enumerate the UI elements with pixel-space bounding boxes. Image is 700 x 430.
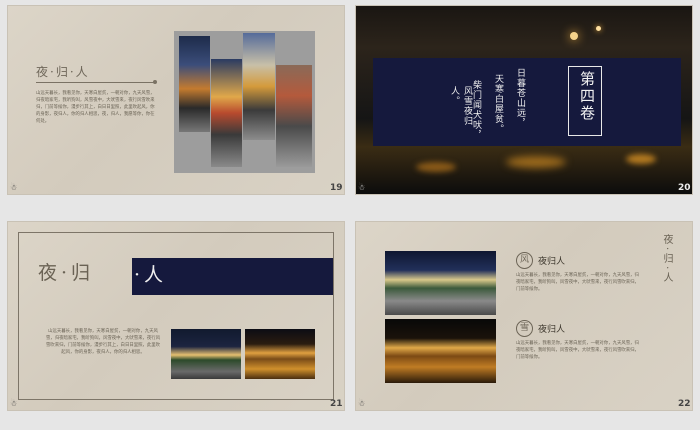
- night-road-photo-1: [385, 251, 496, 315]
- chapter-box: 第四卷: [568, 66, 602, 136]
- poem-line-1: 日暮苍山远，: [515, 68, 525, 128]
- slide-22-thumbnail[interactable]: 风 夜归人 山远天暮长，我看见你，天寒白屋贫，一朝对你，九天风雪，归夜暗家宅，我…: [356, 222, 692, 410]
- snow-badge-icon: 雪: [516, 320, 533, 337]
- poem-line-4: 风雪夜归人。: [449, 86, 472, 126]
- feature-body: 山远天暮长，我看见你，天寒白屋贫，一朝对你，九天风雪，归夜暗家宅，我听狗叫，风雪…: [516, 341, 639, 360]
- street-light-1: [570, 32, 578, 40]
- title-underline: [36, 82, 154, 83]
- photo-frame: [174, 31, 315, 173]
- street-light-3: [416, 162, 456, 172]
- feature-heading: 夜归人: [538, 325, 566, 335]
- poem-text: 日暮苍山远， 天寒白屋贫。 柴门闻犬吠， 风雪夜归人。: [442, 68, 552, 142]
- street-light-5: [626, 154, 656, 164]
- slide-corner-icon: ☃: [358, 399, 366, 408]
- slide-page-number: 21: [330, 399, 343, 409]
- slide-body-text: 山远天暮长，我看见你，天寒白屋贫，一朝对你，九天风雪，归夜暗家宅，我听狗叫，风雪…: [45, 329, 161, 355]
- night-street-photo-1: [171, 329, 241, 379]
- city-photo-1: [179, 36, 210, 132]
- slide-page-number: 20: [678, 183, 691, 193]
- wind-badge-icon: 风: [516, 252, 533, 269]
- slide-page-number: 22: [678, 399, 691, 409]
- slide-page-number: 19: [330, 183, 343, 193]
- street-light-4: [506, 156, 566, 168]
- night-street-photo-2: [245, 329, 315, 379]
- street-light-2: [596, 26, 601, 31]
- slide-corner-icon: ☃: [10, 399, 18, 408]
- vertical-title: 夜·归·人: [661, 234, 672, 286]
- badge-label: 风: [519, 255, 529, 265]
- feature-heading: 夜归人: [538, 257, 566, 267]
- slide-body-text: 山远天暮长，我看见你，天寒白屋贫，一朝对你，九天风雪，归夜暗家宅，我听狗叫，风雪…: [36, 91, 155, 124]
- poem-line-2: 天寒白屋贫。: [493, 74, 503, 134]
- city-photo-3: [243, 33, 275, 140]
- slide-21-thumbnail[interactable]: 夜·归 ·人 山远天暮长，我看见你，天寒白屋贫，一朝对你，九天风雪，归夜暗家宅，…: [8, 222, 344, 410]
- feature-body: 山远天暮长，我看见你，天寒白屋贫，一朝对你，九天风雪，归夜暗家宅，我听狗叫，风雪…: [516, 273, 639, 292]
- slide-20-thumbnail[interactable]: 日暮苍山远， 天寒白屋贫。 柴门闻犬吠， 风雪夜归人。 第四卷 ☃ 20: [356, 6, 692, 194]
- night-road-photo-2: [385, 319, 496, 383]
- slide-corner-icon: ☃: [358, 183, 366, 192]
- city-photo-2: [211, 59, 242, 167]
- slide-19-thumbnail[interactable]: 夜·归·人 山远天暮长，我看见你，天寒白屋贫，一朝对你，九天风雪，归夜暗家宅，我…: [8, 6, 344, 194]
- title-part-b: ·人: [134, 264, 168, 286]
- slide-corner-icon: ☃: [10, 183, 18, 192]
- title-underline-dot: [153, 80, 157, 84]
- city-photo-4: [276, 65, 312, 167]
- chapter-title: 第四卷: [578, 71, 596, 122]
- badge-label: 雪: [519, 323, 529, 333]
- title-part-a: 夜·归: [38, 262, 95, 284]
- slide-title: 夜·归·人: [36, 65, 90, 79]
